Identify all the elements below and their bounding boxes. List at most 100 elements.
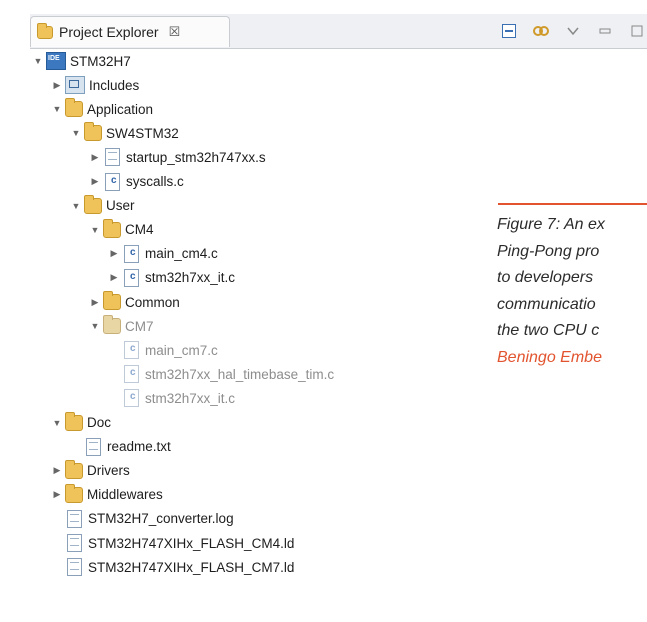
tree-item-label: startup_stm32h747xx.s: [126, 149, 266, 165]
includes-icon: [65, 76, 85, 95]
folder-icon: [65, 98, 83, 118]
tree-item-label: CM7: [125, 318, 154, 334]
c-file-icon: [124, 268, 139, 287]
folder-icon: [103, 291, 121, 310]
expanded-arrow-icon[interactable]: ▼: [70, 128, 82, 138]
c-file-icon: [124, 389, 139, 408]
collapsed-arrow-icon[interactable]: ▶: [51, 465, 63, 476]
c-file-icon: [124, 365, 139, 384]
tree-item[interactable]: ▼ Doc: [51, 411, 112, 434]
tree-item[interactable]: STM32H7_converter.log: [51, 508, 234, 530]
tree-item-label: SW4STM32: [106, 125, 179, 141]
c-file-icon: [105, 172, 120, 191]
file-icon: [67, 509, 82, 528]
tree-item[interactable]: readme.txt: [70, 436, 171, 458]
tree-item-label: Doc: [87, 415, 112, 430]
tab-project-explorer[interactable]: Project Explorer ☒: [30, 16, 230, 47]
tree-item[interactable]: main_cm7.c: [108, 339, 218, 361]
tree-item-label: main_cm4.c: [145, 246, 218, 262]
tree-item[interactable]: ▶ Drivers: [51, 459, 130, 482]
expanded-arrow-icon[interactable]: ▼: [51, 418, 63, 428]
tree-item-label: readme.txt: [107, 439, 171, 455]
tree-item-label: User: [106, 198, 135, 214]
collapsed-arrow-icon[interactable]: ▶: [89, 176, 101, 187]
expanded-arrow-icon[interactable]: ▼: [89, 321, 101, 331]
tree-item-label: STM32H7_converter.log: [88, 511, 234, 527]
collapsed-arrow-icon[interactable]: ▶: [108, 272, 120, 283]
tree-item-label: Middlewares: [87, 487, 163, 503]
expanded-arrow-icon[interactable]: ▼: [89, 225, 101, 235]
figure-caption: Figure 7: An ex Ping-Pong pro to develop…: [497, 212, 647, 371]
folder-icon: [84, 122, 102, 142]
c-file-icon: [124, 341, 139, 360]
collapsed-arrow-icon[interactable]: ▶: [51, 80, 63, 91]
tree-item[interactable]: stm32h7xx_hal_timebase_tim.c: [108, 363, 334, 385]
tree-item-label: syscalls.c: [126, 174, 184, 189]
tree-item-label: main_cm7.c: [145, 342, 218, 358]
expanded-arrow-icon[interactable]: ▼: [51, 104, 63, 114]
expanded-arrow-icon[interactable]: ▼: [70, 201, 82, 211]
collapsed-arrow-icon[interactable]: ▶: [89, 152, 101, 163]
folder-icon: [37, 22, 53, 39]
view-toolbar: [500, 22, 646, 40]
folder-icon: [103, 315, 121, 335]
tree-item-label: Application: [87, 101, 154, 117]
tree-item-label: stm32h7xx_hal_timebase_tim.c: [145, 366, 335, 382]
caption-line: Ping-Pong pro: [497, 242, 600, 260]
caption-line: to developers: [497, 269, 594, 286]
file-icon: [105, 148, 120, 167]
folder-icon: [65, 459, 83, 479]
collapse-all-icon[interactable]: [500, 22, 518, 40]
caption-line: communicatio: [497, 295, 596, 313]
c-file-icon: [124, 244, 139, 263]
tree-item[interactable]: ▶ main_cm4.c: [108, 243, 218, 265]
tree-item[interactable]: ▶ Middlewares: [51, 483, 163, 506]
maximize-icon[interactable]: [628, 22, 646, 40]
tree-item-label: stm32h7xx_it.c: [145, 390, 236, 406]
folder-icon: [103, 218, 121, 238]
file-icon: [86, 437, 101, 456]
tree-item-label: STM32H747XIHx_FLASH_CM7.ld: [88, 559, 295, 575]
close-icon[interactable]: ☒: [169, 24, 181, 40]
collapsed-arrow-icon[interactable]: ▶: [89, 297, 101, 308]
project-explorer-header: Project Explorer ☒: [30, 14, 647, 49]
file-icon: [67, 534, 82, 552]
link-editor-icon[interactable]: [532, 22, 550, 40]
collapsed-arrow-icon[interactable]: ▶: [51, 489, 63, 500]
project-icon: [46, 52, 66, 70]
view-menu-icon[interactable]: [564, 22, 582, 40]
collapsed-arrow-icon[interactable]: ▶: [108, 248, 120, 259]
tree-item[interactable]: ▶ Includes: [51, 74, 139, 96]
folder-icon: [65, 411, 83, 431]
caption-line: the two CPU c: [497, 322, 600, 339]
tree-item[interactable]: ▼ User: [70, 194, 135, 217]
tree-item[interactable]: ▶ Common: [89, 291, 180, 313]
tree-item[interactable]: ▶ startup_stm32h747xx.s: [89, 146, 266, 168]
tree-item[interactable]: ▶ syscalls.c: [89, 171, 184, 193]
caption-divider: [498, 203, 647, 205]
tree-item[interactable]: ▼ Application: [51, 98, 153, 120]
folder-icon: [84, 194, 102, 214]
tree-item-label: STM32H7: [70, 53, 131, 69]
tree-item-label: Common: [125, 294, 180, 310]
caption-credit: Beningo Embe: [497, 348, 602, 366]
tree-item[interactable]: ▶ stm32h7xx_it.c: [108, 267, 235, 289]
minimize-icon[interactable]: [596, 22, 614, 40]
tree-item-label: STM32H747XIHx_FLASH_CM4.ld: [88, 535, 295, 551]
tree-item[interactable]: STM32H747XIHx_FLASH_CM4.ld: [51, 532, 294, 554]
caption-line: Figure 7: An ex: [497, 216, 605, 233]
tree-item-label: CM4: [125, 222, 154, 238]
tree-item[interactable]: stm32h7xx_it.c: [108, 387, 235, 409]
tree-item-label: Drivers: [87, 463, 130, 479]
tree-item[interactable]: STM32H747XIHx_FLASH_CM7.ld: [51, 556, 294, 578]
tree-item[interactable]: ▼ SW4STM32: [70, 122, 179, 144]
tree-item-label: stm32h7xx_it.c: [145, 270, 236, 286]
folder-icon: [65, 483, 83, 503]
tree-item[interactable]: ▼ CM7: [89, 315, 154, 337]
file-icon: [67, 558, 82, 577]
tree-item[interactable]: ▼ STM32H7: [32, 50, 131, 72]
tab-title: Project Explorer: [59, 24, 159, 40]
tree-item[interactable]: ▼ CM4: [89, 218, 154, 241]
tree-item-label: Includes: [89, 77, 140, 93]
expanded-arrow-icon[interactable]: ▼: [32, 56, 44, 66]
